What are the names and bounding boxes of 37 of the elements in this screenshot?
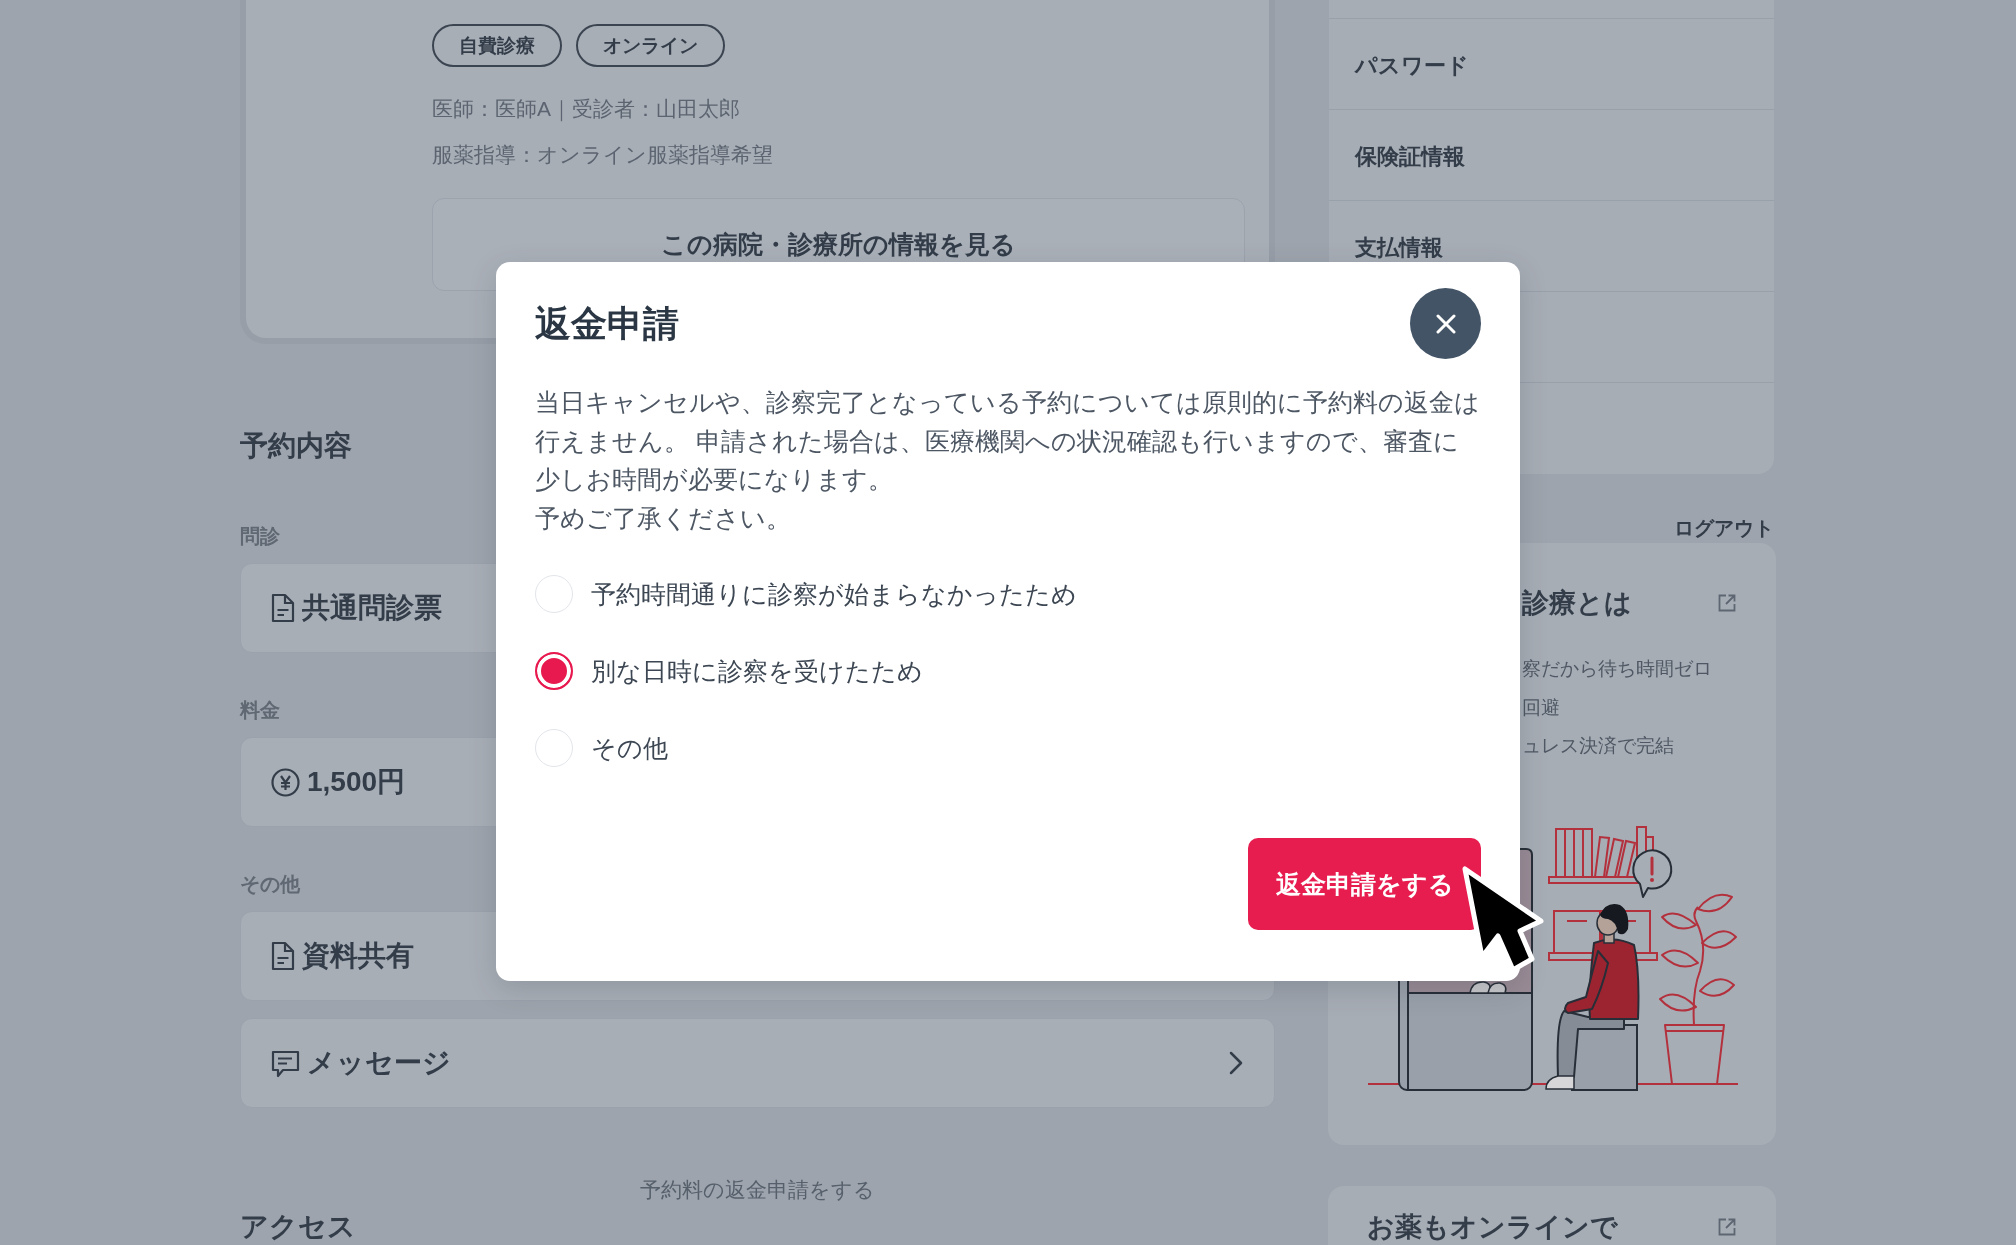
detail-text: 医師：医師A｜受診者：山田太郎 (432, 96, 740, 124)
category-tag: オンライン (576, 24, 725, 67)
detail-text: 服薬指導：オンライン服薬指導希望 (432, 142, 773, 168)
category-tag: 自費診療 (432, 24, 562, 67)
speech-bubble-icon (1632, 849, 1673, 898)
close-icon (1435, 313, 1456, 334)
external-link-icon[interactable] (1718, 1217, 1736, 1236)
yen-icon (271, 767, 300, 797)
section-label: 問診 (240, 524, 280, 548)
refund-link[interactable]: 予約料の返金申請をする (640, 1177, 875, 1203)
dialog-message: 当日キャンセルや、診察完了となっている予約については原則的に予約料の返金は行えません。 申請された場合は、医療機関への状況確認も行いますので、審査に少しお時間が必要になります。 (535, 387, 1481, 495)
section-label: 料金 (240, 698, 280, 722)
dialog-message: 予めご了承ください。 (535, 502, 791, 534)
price-text: 1,500円 (307, 765, 406, 799)
option-label[interactable]: 別な日時に診察を受けたため (591, 656, 923, 686)
document-icon (271, 593, 295, 623)
option-label[interactable]: 予約時間通りに診察が始まらなかったため (591, 579, 1077, 609)
section-label: その他 (240, 872, 300, 896)
message-icon (271, 1048, 300, 1078)
radio-button[interactable] (535, 652, 573, 690)
feature-text: 回避 (1522, 695, 1560, 720)
card-title: 診療とは (1522, 587, 1632, 619)
submit-refund-button[interactable]: 返金申請をする (1248, 838, 1481, 930)
feature-text: ュレス決済で完結 (1522, 734, 1674, 758)
section-heading: 予約内容 (240, 429, 352, 463)
message-link[interactable]: メッセージ (240, 1018, 1275, 1108)
dialog-title: 返金申請 (535, 302, 679, 345)
section-heading: アクセス (240, 1211, 356, 1243)
logout-link[interactable]: ログアウト (1674, 516, 1774, 540)
card-title: お薬もオンラインで (1367, 1210, 1618, 1243)
feature-text: 察だから待ち時間ゼロ (1522, 657, 1712, 681)
option-label[interactable]: その他 (591, 733, 668, 763)
external-link-icon[interactable] (1718, 594, 1736, 612)
menu-item[interactable]: 保険証情報 (1329, 110, 1774, 201)
document-icon (271, 941, 295, 971)
chevron-right-icon (1228, 1050, 1244, 1076)
menu-item[interactable]: パスワード (1329, 19, 1774, 110)
